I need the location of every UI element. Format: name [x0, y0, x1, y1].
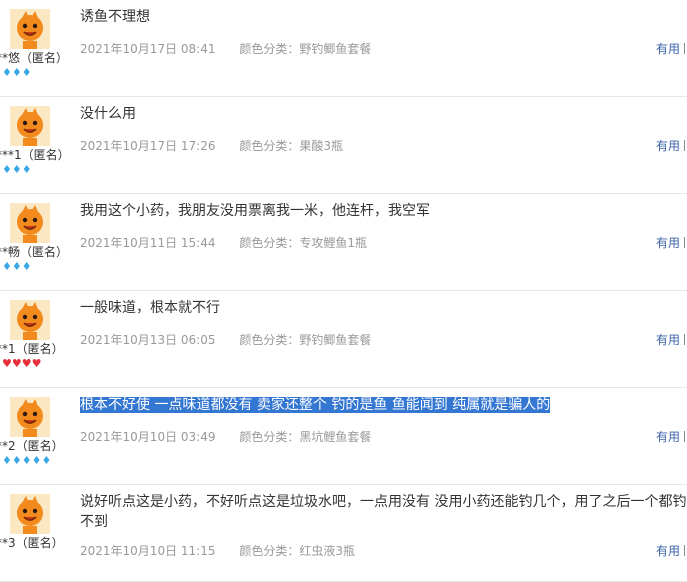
- review-sku: 颜色分类：果酸3瓶: [239, 139, 343, 153]
- useful-label: 有用: [656, 430, 681, 444]
- review-date: 2021年10月13日 06:05: [80, 333, 216, 347]
- diamond-icon: ♦: [11, 66, 22, 79]
- review-sku: 颜色分类：红虫液3瓶: [239, 544, 355, 558]
- diamond-icon: ♦: [11, 260, 22, 273]
- review-item: **2（匿名） ♦ ♦ ♦ ♦ ♦ 根本不好使 一点味道都没有 卖家还整个 钓的是鱼 鱼…: [0, 388, 687, 485]
- review-date: 2021年10月17日 17:26: [80, 139, 216, 153]
- reviewer-name: **2（匿名）: [0, 439, 64, 453]
- mascot-avatar-icon: [10, 106, 50, 146]
- mascot-avatar-icon: [10, 397, 50, 437]
- avatar[interactable]: [10, 106, 50, 146]
- reviewer-level: ♦ ♦ ♦: [2, 260, 32, 274]
- review-text: 一般味道，根本就不行: [80, 298, 687, 318]
- review-meta: 2021年10月10日 11:15 颜色分类：红虫液3瓶: [80, 542, 355, 559]
- heart-icon: ♥: [11, 357, 22, 370]
- review-date: 2021年10月10日 03:49: [80, 430, 216, 444]
- diamond-icon: ♦: [21, 454, 32, 467]
- review-item: **1（匿名） ♥ ♥ ♥ ♥ 一般味道，根本就不行 2021年10月13日 06:0…: [0, 291, 687, 388]
- review-sku: 颜色分类：野钓鲫鱼套餐: [239, 333, 372, 347]
- review-text: 我用这个小药，我朋友没用票离我一米，他连杆，我空军: [80, 201, 687, 221]
- useful-button[interactable]: 有用: [656, 40, 687, 57]
- review-text: 诱鱼不理想: [80, 7, 687, 27]
- useful-label: 有用: [656, 139, 681, 153]
- mascot-avatar-icon: [10, 9, 50, 49]
- avatar[interactable]: [10, 397, 50, 437]
- reviewer-name: **悠（匿名）: [0, 51, 69, 65]
- review-text-span: 一般味道，根本就不行: [80, 300, 220, 316]
- heart-icon: ♥: [2, 357, 12, 370]
- diamond-icon: ♦: [2, 163, 12, 176]
- review-sku: 颜色分类：野钓鲫鱼套餐: [239, 42, 372, 56]
- avatar[interactable]: [10, 203, 50, 243]
- heart-icon: ♥: [21, 357, 32, 370]
- reviewer-name: **1（匿名）: [0, 342, 64, 356]
- review-meta: 2021年10月10日 03:49 颜色分类：黑坑鲤鱼套餐: [80, 428, 371, 445]
- review-text: 没什么用: [80, 104, 687, 124]
- reviewer-name: ***1（匿名）: [0, 148, 70, 162]
- useful-button[interactable]: 有用: [656, 331, 687, 348]
- review-meta: 2021年10月11日 15:44 颜色分类：专攻鲤鱼1瓶: [80, 234, 367, 251]
- useful-button[interactable]: 有用: [656, 428, 687, 445]
- reviewer-level: ♦ ♦ ♦: [2, 163, 32, 177]
- avatar[interactable]: [10, 494, 50, 534]
- review-item: **3（匿名） 说好听点这是小药，不好听点这是垃圾水吧，一点用没有 没用小药还能…: [0, 485, 687, 582]
- review-text-span: 我用这个小药，我朋友没用票离我一米，他连杆，我空军: [80, 203, 430, 219]
- review-item: ***1（匿名） ♦ ♦ ♦ 没什么用 2021年10月17日 17:26 颜色分类…: [0, 97, 687, 194]
- diamond-icon: ♦: [2, 260, 12, 273]
- diamond-icon: ♦: [31, 454, 42, 467]
- review-item: **畅（匿名） ♦ ♦ ♦ 我用这个小药，我朋友没用票离我一米，他连杆，我空军 20…: [0, 194, 687, 291]
- useful-button[interactable]: 有用: [656, 137, 687, 154]
- useful-label: 有用: [656, 42, 681, 56]
- avatar[interactable]: [10, 300, 50, 340]
- reviewer-name: **畅（匿名）: [0, 245, 69, 259]
- review-text-span: 说好听点这是小药，不好听点这是垃圾水吧，一点用没有 没用小药还能钓几个，用了之后…: [80, 494, 687, 530]
- review-sku: 颜色分类：专攻鲤鱼1瓶: [239, 236, 367, 250]
- diamond-icon: ♦: [21, 260, 32, 273]
- mascot-avatar-icon: [10, 300, 50, 340]
- reviewer-level: ♦ ♦ ♦: [2, 66, 32, 80]
- useful-label: 有用: [656, 333, 681, 347]
- review-text-span: 诱鱼不理想: [80, 9, 150, 25]
- useful-button[interactable]: 有用: [656, 234, 687, 251]
- review-list: **悠（匿名） ♦ ♦ ♦ 诱鱼不理想 2021年10月17日 08:41 颜色分类…: [0, 0, 687, 582]
- mascot-avatar-icon: [10, 203, 50, 243]
- diamond-icon: ♦: [2, 66, 12, 79]
- review-text: 说好听点这是小药，不好听点这是垃圾水吧，一点用没有 没用小药还能钓几个，用了之后…: [80, 492, 687, 532]
- review-meta: 2021年10月13日 06:05 颜色分类：野钓鲫鱼套餐: [80, 331, 371, 348]
- mascot-avatar-icon: [10, 494, 50, 534]
- diamond-icon: ♦: [21, 66, 32, 79]
- heart-icon: ♥: [31, 357, 42, 370]
- diamond-icon: ♦: [41, 454, 52, 467]
- diamond-icon: ♦: [11, 163, 22, 176]
- review-text-span: 没什么用: [80, 106, 136, 122]
- review-item: **悠（匿名） ♦ ♦ ♦ 诱鱼不理想 2021年10月17日 08:41 颜色分类…: [0, 0, 687, 97]
- reviewer-name: **3（匿名）: [0, 536, 64, 550]
- diamond-icon: ♦: [11, 454, 22, 467]
- diamond-icon: ♦: [2, 454, 12, 467]
- review-date: 2021年10月11日 15:44: [80, 236, 216, 250]
- reviewer-level: ♦ ♦ ♦ ♦ ♦: [2, 454, 51, 468]
- review-meta: 2021年10月17日 17:26 颜色分类：果酸3瓶: [80, 137, 343, 154]
- reviewer-level: ♥ ♥ ♥ ♥: [2, 357, 42, 371]
- review-text-span: 根本不好使 一点味道都没有 卖家还整个 钓的是鱼 鱼能闻到 纯属就是骗人的: [80, 397, 551, 413]
- review-meta: 2021年10月17日 08:41 颜色分类：野钓鲫鱼套餐: [80, 40, 371, 57]
- review-date: 2021年10月17日 08:41: [80, 42, 216, 56]
- review-date: 2021年10月10日 11:15: [80, 544, 216, 558]
- useful-button[interactable]: 有用: [656, 542, 687, 559]
- diamond-icon: ♦: [21, 163, 32, 176]
- useful-label: 有用: [656, 544, 681, 558]
- useful-label: 有用: [656, 236, 681, 250]
- review-text: 根本不好使 一点味道都没有 卖家还整个 钓的是鱼 鱼能闻到 纯属就是骗人的: [80, 395, 687, 415]
- avatar[interactable]: [10, 9, 50, 49]
- review-sku: 颜色分类：黑坑鲤鱼套餐: [239, 430, 372, 444]
